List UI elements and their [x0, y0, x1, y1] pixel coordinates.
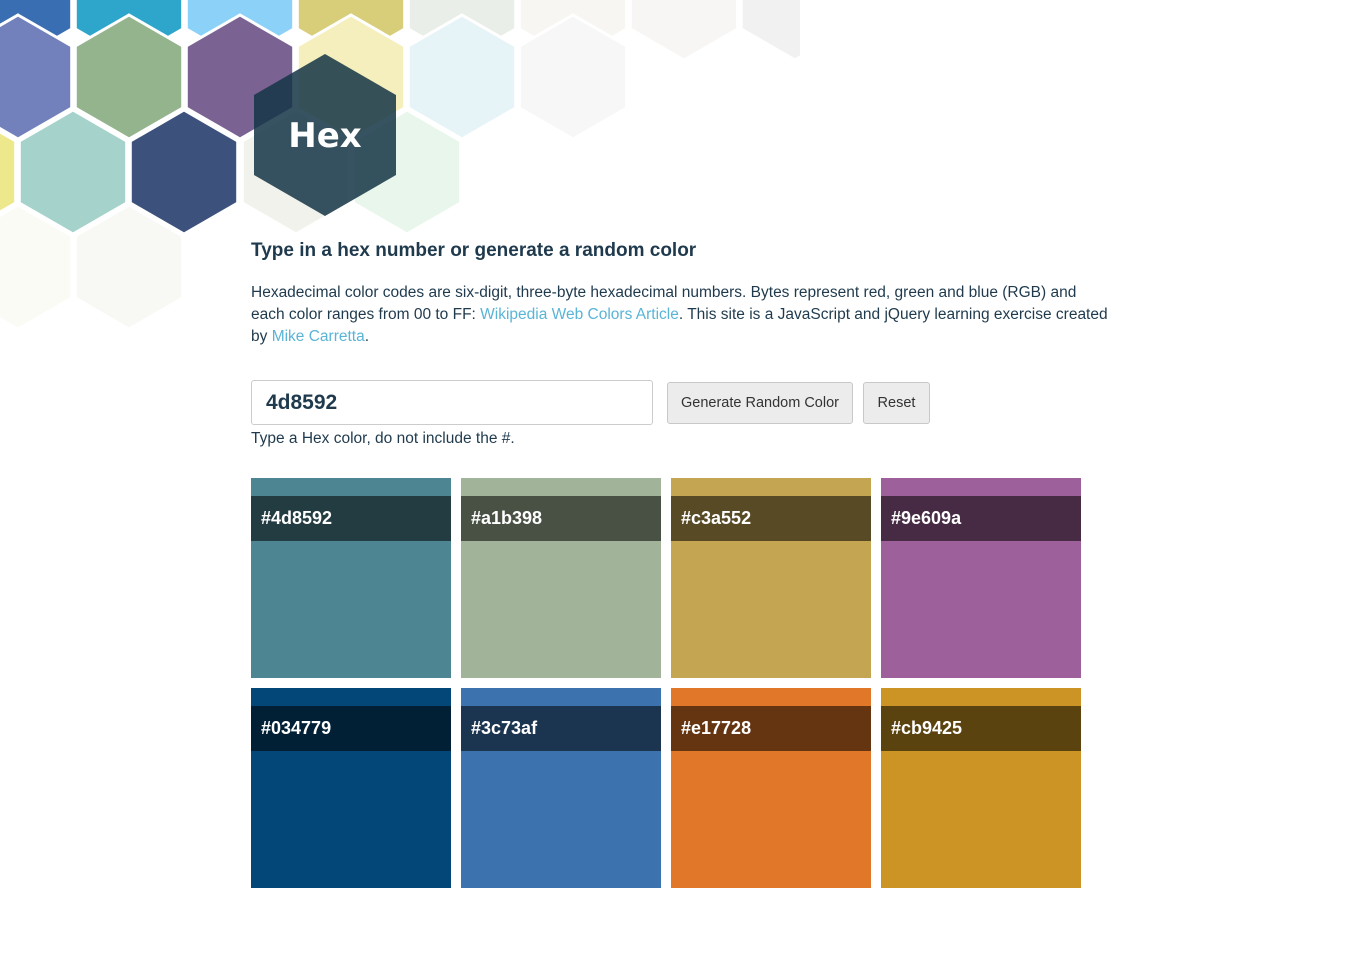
generate-random-color-button[interactable]: Generate Random Color — [667, 382, 853, 424]
swatch-label-band: #a1b398 — [461, 496, 661, 541]
swatch-hex-code: #c3a552 — [681, 508, 752, 528]
swatch-hex-code: #e17728 — [681, 718, 752, 738]
color-swatch[interactable]: #034779 — [251, 688, 451, 888]
swatch-label-band: #3c73af — [461, 706, 661, 751]
color-swatch[interactable]: #a1b398 — [461, 478, 661, 678]
color-swatch[interactable]: #e17728 — [671, 688, 871, 888]
page-heading: Type in a hex number or generate a rando… — [251, 240, 697, 261]
swatch-label-band: #9e609a — [881, 496, 1081, 541]
swatch-hex-code: #4d8592 — [261, 508, 333, 528]
intro-text-3: . — [364, 328, 370, 345]
swatch-hex-code: #a1b398 — [471, 508, 543, 528]
swatch-label-band: #c3a552 — [671, 496, 871, 541]
input-hint: Type a Hex color, do not include the #. — [251, 430, 515, 447]
swatch-label-band: #4d8592 — [251, 496, 451, 541]
color-swatch[interactable]: #cb9425 — [881, 688, 1081, 888]
reset-button[interactable]: Reset — [863, 382, 930, 424]
color-swatch[interactable]: #3c73af — [461, 688, 661, 888]
hex-color-input[interactable] — [251, 380, 653, 425]
background-hexagon-icon — [628, 0, 740, 62]
swatch-hex-code: #034779 — [261, 718, 332, 738]
color-swatch[interactable]: #9e609a — [881, 478, 1081, 678]
swatch-label-band: #e17728 — [671, 706, 871, 751]
logo-text: Hex — [288, 116, 362, 156]
swatch-hex-code: #3c73af — [471, 718, 538, 738]
hex-background-cells — [0, 0, 800, 331]
intro-paragraph: Hexadecimal color codes are six-digit, t… — [251, 282, 1111, 348]
color-swatch[interactable]: #4d8592 — [251, 478, 451, 678]
swatch-label-band: #034779 — [251, 706, 451, 751]
swatch-hex-code: #cb9425 — [891, 718, 963, 738]
color-swatch[interactable]: #c3a552 — [671, 478, 871, 678]
swatch-label-band: #cb9425 — [881, 706, 1081, 751]
swatch-hex-code: #9e609a — [891, 508, 962, 528]
wikipedia-link[interactable]: Wikipedia Web Colors Article — [480, 306, 679, 323]
author-link[interactable]: Mike Carretta — [272, 328, 365, 345]
background-hexagon-icon — [739, 0, 800, 62]
